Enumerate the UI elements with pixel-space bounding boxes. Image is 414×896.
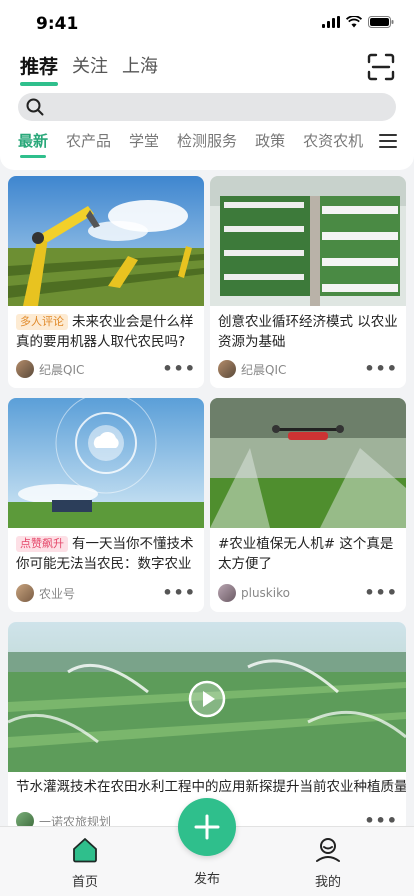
top-tabs: 推荐 关注 上海: [20, 54, 158, 86]
card-title: 多人评论 未来农业会是什么样真的要用机器人取代农民吗?: [16, 314, 194, 350]
signal-icon: [322, 16, 340, 28]
category-tab-policy[interactable]: 政策: [255, 130, 285, 152]
category-tab-machinery[interactable]: 农资农机: [303, 130, 363, 152]
scan-button[interactable]: [366, 52, 396, 82]
publish-label: 发布: [193, 872, 220, 887]
video-thumbnail-irrigation: [8, 622, 406, 772]
video-title: 节水灌溉技术在农田水利工程中的应用新探提升当前农业种植质量: [16, 779, 406, 795]
avatar[interactable]: [16, 584, 34, 602]
plus-icon: [194, 814, 220, 840]
tab-recommend[interactable]: 推荐: [20, 54, 59, 86]
card-tag: 点赞飙升: [16, 536, 68, 552]
play-icon[interactable]: [188, 680, 226, 718]
scan-icon: [367, 53, 395, 81]
tab-follow[interactable]: 关注: [72, 54, 108, 80]
card-footer: pluskiko •••: [218, 584, 398, 602]
category-tab-produce[interactable]: 农产品: [66, 130, 111, 152]
status-time: 9:41: [36, 14, 79, 34]
tab-mine-label: 我的: [314, 875, 341, 890]
card-image-digital-agriculture: [8, 398, 204, 528]
category-tab-academy[interactable]: 学堂: [129, 130, 159, 152]
tab-home-label: 首页: [71, 875, 98, 890]
feed-card[interactable]: 多人评论 未来农业会是什么样真的要用机器人取代农民吗? 纪晨QIC •••: [8, 176, 204, 388]
avatar[interactable]: [16, 360, 34, 378]
tab-city[interactable]: 上海: [122, 54, 158, 80]
category-tab-latest[interactable]: 最新: [18, 130, 48, 158]
more-options-icon[interactable]: •••: [162, 585, 196, 601]
battery-icon: [368, 16, 394, 28]
category-tabs: 最新 农产品 学堂 检测服务 政策 农资农机: [18, 130, 363, 158]
search-input[interactable]: [18, 93, 396, 121]
tab-home[interactable]: 首页: [45, 837, 125, 890]
avatar[interactable]: [218, 360, 236, 378]
header: 推荐 关注 上海 最新 农产品 学堂 检测服务 政策 农资农机: [0, 48, 414, 170]
card-footer: 纪晨QIC •••: [16, 360, 196, 378]
home-icon: [73, 838, 97, 863]
author-name[interactable]: 纪晨QIC: [241, 361, 364, 378]
wifi-icon: [346, 16, 362, 28]
search-icon: [26, 98, 44, 116]
card-title: 创意农业循环经济模式 以农业资源为基础: [218, 314, 398, 350]
more-options-icon[interactable]: •••: [364, 585, 398, 601]
more-options-icon[interactable]: •••: [162, 361, 196, 377]
avatar[interactable]: [218, 584, 236, 602]
feed-card[interactable]: 点赞飙升 有一天当你不懂技术你可能无法当农民：数字农业 农业号 •••: [8, 398, 204, 612]
card-image-drone: [210, 398, 406, 528]
more-options-icon[interactable]: •••: [364, 813, 398, 829]
card-footer: 农业号 •••: [16, 584, 196, 602]
author-name[interactable]: 纪晨QIC: [39, 361, 162, 378]
menu-icon: [379, 134, 397, 148]
card-footer: 纪晨QIC •••: [218, 360, 398, 378]
card-title: #农业植保无人机# 这个真是太方便了: [218, 536, 394, 572]
card-title: 点赞飙升 有一天当你不懂技术你可能无法当农民：数字农业: [16, 536, 194, 572]
feed-card[interactable]: 创意农业循环经济模式 以农业资源为基础 纪晨QIC •••: [210, 176, 406, 388]
author-name[interactable]: 农业号: [39, 585, 162, 602]
status-icons: [322, 16, 394, 28]
card-tag: 多人评论: [16, 314, 68, 330]
category-tab-testing[interactable]: 检测服务: [177, 130, 237, 152]
status-bar: 9:41: [0, 0, 414, 48]
tab-mine[interactable]: 我的: [288, 837, 368, 890]
more-options-icon[interactable]: •••: [364, 361, 398, 377]
publish-button[interactable]: [178, 798, 236, 856]
card-image-robot-farm: [8, 176, 204, 306]
profile-icon: [316, 838, 340, 862]
category-menu-button[interactable]: [378, 132, 398, 150]
feed-card[interactable]: #农业植保无人机# 这个真是太方便了 pluskiko •••: [210, 398, 406, 612]
author-name[interactable]: pluskiko: [241, 586, 364, 600]
card-image-greenhouse: [210, 176, 406, 306]
